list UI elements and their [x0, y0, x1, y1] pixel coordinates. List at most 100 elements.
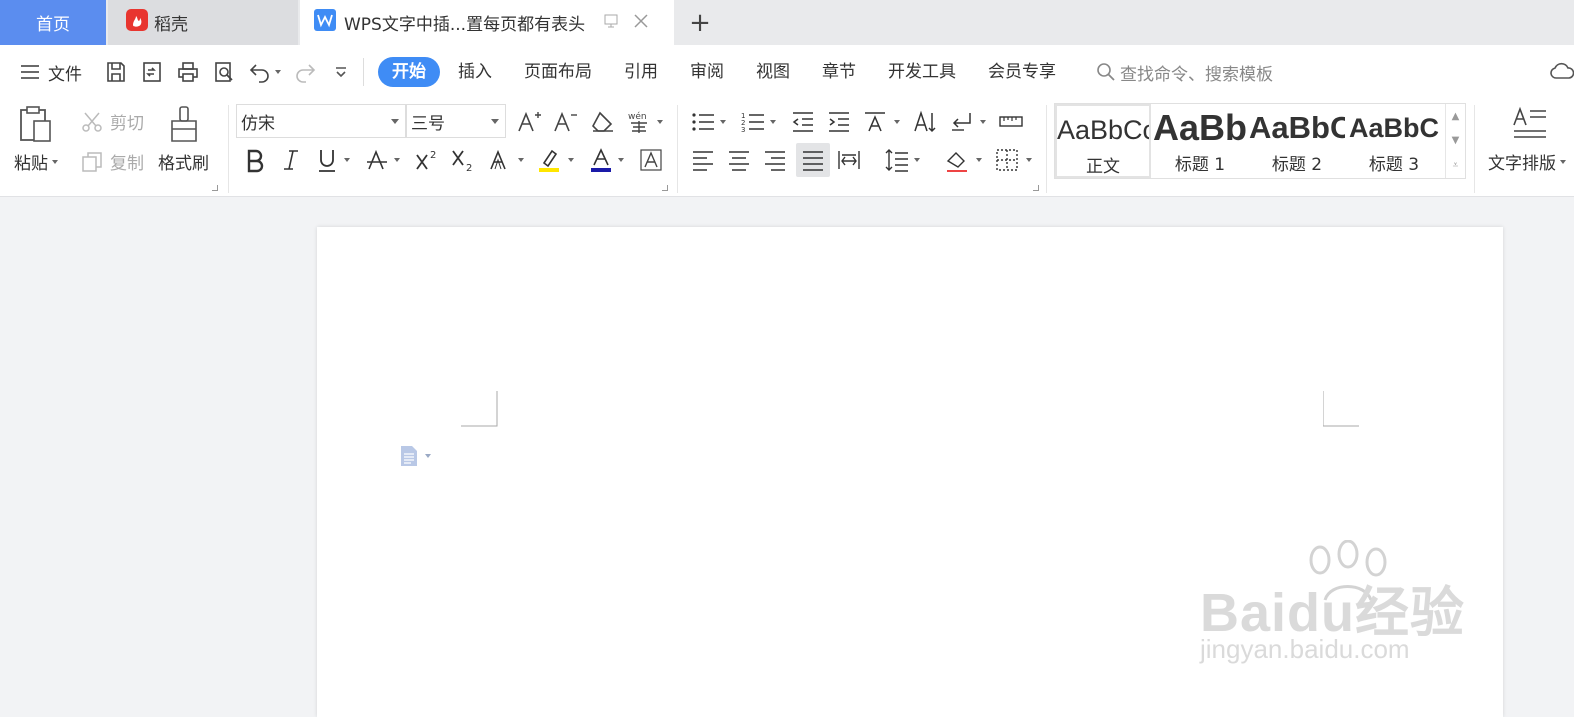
style-sample: AaBbC — [1249, 110, 1345, 145]
redo-icon[interactable] — [293, 60, 317, 84]
chevron-down-icon[interactable] — [344, 158, 350, 162]
chevron-down-icon[interactable] — [770, 120, 776, 124]
line-spacing-icon[interactable] — [882, 145, 912, 175]
character-border-icon[interactable] — [636, 145, 666, 175]
style-heading-2[interactable]: AaBbC 标题 2 — [1249, 104, 1345, 178]
cut-button[interactable]: 剪切 — [80, 109, 144, 134]
tab-daoke-label: 稻壳 — [154, 15, 188, 35]
chevron-down-icon[interactable] — [894, 120, 900, 124]
pin-screen-icon[interactable] — [603, 13, 619, 33]
strikethrough-icon[interactable] — [362, 145, 392, 175]
save-icon[interactable] — [104, 60, 128, 84]
chevron-down-icon[interactable] — [720, 120, 726, 124]
justify-icon[interactable] — [796, 143, 830, 177]
menu-tab-0[interactable]: 开始 — [378, 57, 440, 87]
font-color-icon[interactable] — [586, 145, 616, 175]
file-menu-button[interactable]: 文件 — [20, 60, 82, 85]
export-pdf-icon[interactable] — [140, 60, 164, 84]
clipboard-dialog-launcher[interactable] — [212, 185, 218, 191]
chevron-down-icon[interactable] — [518, 158, 524, 162]
increase-indent-icon[interactable] — [824, 107, 854, 137]
menu-tab-8[interactable]: 会员专享 — [972, 57, 1072, 87]
paste-label: 粘贴 — [14, 154, 48, 174]
text-layout-button[interactable]: 文字排版 — [1488, 105, 1574, 174]
style-normal[interactable]: AaBbCcDd 正文 — [1055, 104, 1151, 178]
hamburger-icon — [21, 65, 39, 79]
daoke-logo-icon — [126, 9, 148, 36]
quick-access-toolbar — [104, 60, 353, 84]
home-toolbar: 粘贴 剪切 复制 格式刷 仿宋 三号 wén 2 2 1 2 3 AaBbC 正… — [0, 99, 1574, 197]
italic-icon[interactable] — [276, 145, 306, 175]
new-tab-button[interactable]: + — [682, 0, 718, 45]
chevron-down-icon — [425, 454, 431, 458]
text-effect-icon[interactable] — [484, 145, 514, 175]
sort-icon[interactable] — [910, 107, 940, 137]
undo-button[interactable] — [248, 60, 281, 84]
text-direction-icon[interactable] — [860, 107, 890, 137]
pinyin-guide-icon[interactable]: wén — [624, 107, 654, 137]
decrease-font-size-icon[interactable] — [550, 107, 580, 137]
customize-quick-access-icon[interactable] — [329, 60, 353, 84]
ruler-icon[interactable] — [996, 107, 1026, 137]
cloud-sync-icon[interactable] — [1550, 60, 1574, 87]
tab-home[interactable]: 首页 — [0, 0, 106, 45]
menu-tab-1[interactable]: 插入 — [442, 57, 508, 87]
style-name: 标题 1 — [1174, 155, 1226, 175]
paragraph-options-button[interactable] — [399, 445, 431, 467]
align-right-icon[interactable] — [760, 145, 790, 175]
format-painter-button[interactable]: 格式刷 — [158, 105, 209, 174]
show-paragraph-marks-icon[interactable] — [946, 107, 976, 137]
borders-icon[interactable] — [992, 145, 1022, 175]
menu-tab-6[interactable]: 章节 — [806, 57, 872, 87]
subscript-icon[interactable]: 2 — [448, 145, 478, 175]
font-size-select[interactable]: 三号 — [406, 104, 506, 138]
decrease-indent-icon[interactable] — [788, 107, 818, 137]
chevron-down-icon[interactable] — [657, 120, 663, 124]
print-preview-icon[interactable] — [212, 60, 236, 84]
bullet-list-icon[interactable] — [688, 107, 718, 137]
chevron-down-icon[interactable] — [568, 158, 574, 162]
chevron-down-icon[interactable] — [914, 158, 920, 162]
bold-icon[interactable] — [240, 145, 270, 175]
menu-tab-7[interactable]: 开发工具 — [872, 57, 972, 87]
copy-button[interactable]: 复制 — [80, 149, 144, 174]
menu-tab-3[interactable]: 引用 — [608, 57, 674, 87]
chevron-down-icon[interactable] — [976, 158, 982, 162]
tab-daoke[interactable]: 稻壳 — [108, 0, 298, 45]
style-heading-1[interactable]: AaBb 标题 1 — [1152, 104, 1248, 178]
expand-gallery-icon[interactable]: ⩡ — [1453, 160, 1459, 171]
chevron-up-icon[interactable]: ▲ — [1452, 111, 1460, 122]
chevron-down-icon[interactable] — [1026, 158, 1032, 162]
style-sample: AaBbC — [1348, 113, 1439, 143]
underline-icon[interactable] — [312, 145, 342, 175]
chevron-down-icon[interactable]: ▼ — [1452, 135, 1460, 146]
chevron-down-icon[interactable] — [980, 120, 986, 124]
distributed-align-icon[interactable] — [834, 145, 864, 175]
copy-label: 复制 — [110, 154, 144, 174]
menu-tabs: 开始 插入 页面布局 引用 审阅 视图 章节 开发工具 会员专享 — [378, 57, 1072, 87]
menu-tab-2[interactable]: 页面布局 — [508, 57, 608, 87]
font-family-select[interactable]: 仿宋 — [236, 104, 406, 138]
menu-tab-5[interactable]: 视图 — [740, 57, 806, 87]
highlight-icon[interactable] — [534, 145, 564, 175]
style-heading-3[interactable]: AaBbC 标题 3 — [1346, 104, 1442, 178]
text-layout-label: 文字排版 — [1488, 154, 1556, 174]
paste-button[interactable]: 粘贴 — [14, 105, 58, 174]
chevron-down-icon[interactable] — [394, 158, 400, 162]
align-center-icon[interactable] — [724, 145, 754, 175]
tab-document[interactable]: WPS文字中插...置每页都有表头 — [300, 0, 674, 45]
wps-writer-icon — [314, 9, 336, 36]
clear-formatting-icon[interactable] — [588, 107, 618, 137]
chevron-down-icon[interactable] — [618, 158, 624, 162]
superscript-icon[interactable]: 2 — [412, 145, 442, 175]
numbered-list-icon[interactable]: 123 — [738, 107, 768, 137]
shading-icon[interactable] — [942, 145, 972, 175]
print-icon[interactable] — [176, 60, 200, 84]
paragraph-dialog-launcher[interactable] — [1033, 185, 1039, 191]
align-left-icon[interactable] — [688, 145, 718, 175]
font-dialog-launcher[interactable] — [662, 185, 668, 191]
close-tab-icon[interactable] — [633, 13, 649, 33]
increase-font-size-icon[interactable] — [514, 107, 544, 137]
command-search[interactable]: 查找命令、搜索模板 — [1096, 60, 1273, 85]
menu-tab-4[interactable]: 审阅 — [674, 57, 740, 87]
